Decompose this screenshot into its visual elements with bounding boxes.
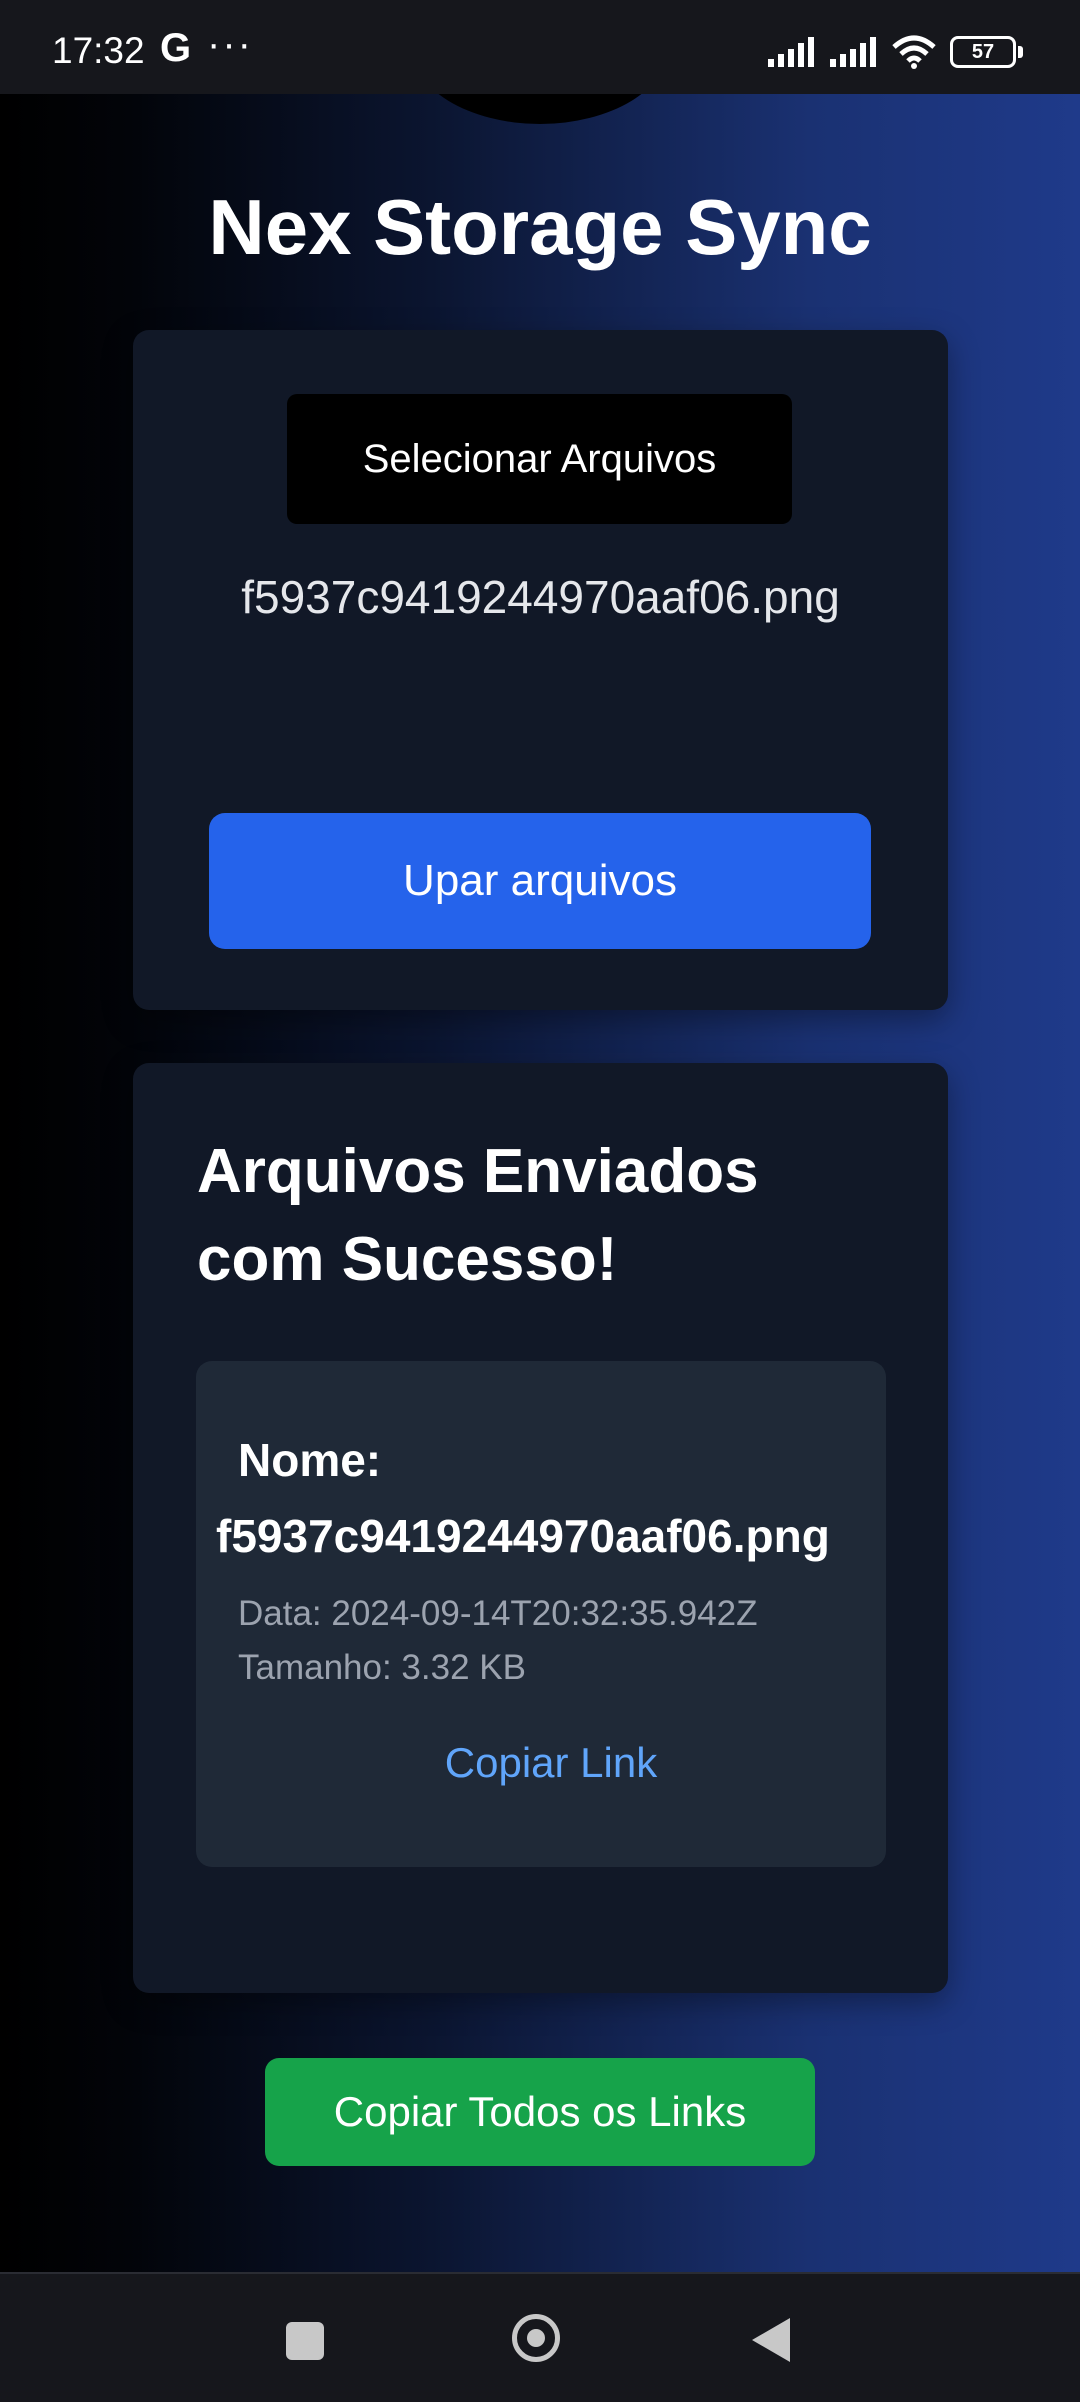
wifi-icon [892, 35, 936, 69]
file-size: Tamanho: 3.32 KB [238, 1648, 526, 1687]
upload-button[interactable]: Upar arquivos [209, 813, 871, 949]
status-time: 17:32 [52, 30, 145, 71]
signal-icon [830, 37, 876, 67]
google-icon: G [160, 26, 192, 70]
upload-card: Selecionar Arquivos f5937c9419244970aaf0… [133, 330, 948, 1010]
file-date: Data: 2024-09-14T20:32:35.942Z [238, 1594, 758, 1633]
back-icon[interactable] [752, 2318, 790, 2362]
navigation-bar [0, 2272, 1080, 2402]
status-icons: 57 [768, 32, 1023, 72]
app-screen: Nex Storage Sync Selecionar Arquivos f59… [0, 94, 1080, 2272]
uploaded-file-item: Nome: f5937c9419244970aaf06.png Data: 20… [196, 1361, 886, 1867]
file-name-label: Nome: [238, 1434, 382, 1486]
home-icon[interactable] [512, 2314, 560, 2362]
copy-all-links-button[interactable]: Copiar Todos os Links [265, 2058, 815, 2166]
recents-icon[interactable] [286, 2322, 324, 2360]
signal-icon [768, 37, 814, 67]
results-title: Arquivos Enviados com Sucesso! [197, 1137, 759, 1294]
copy-link-button[interactable]: Copiar Link [196, 1739, 906, 1787]
file-name: f5937c9419244970aaf06.png [216, 1510, 830, 1562]
status-bar: 17:32 G ··· 57 [0, 0, 1080, 94]
battery-icon: 57 [950, 36, 1023, 68]
results-card: Arquivos Enviados com Sucesso! Nome: f59… [133, 1063, 948, 1993]
selected-file-name: f5937c9419244970aaf06.png [241, 571, 840, 623]
battery-level: 57 [971, 40, 995, 63]
select-files-button[interactable]: Selecionar Arquivos [287, 394, 792, 524]
decorative-circle [410, 94, 670, 124]
more-notifications-icon: ··· [207, 22, 253, 66]
home-icon-dot [527, 2329, 545, 2347]
app-title: Nex Storage Sync [208, 183, 872, 271]
